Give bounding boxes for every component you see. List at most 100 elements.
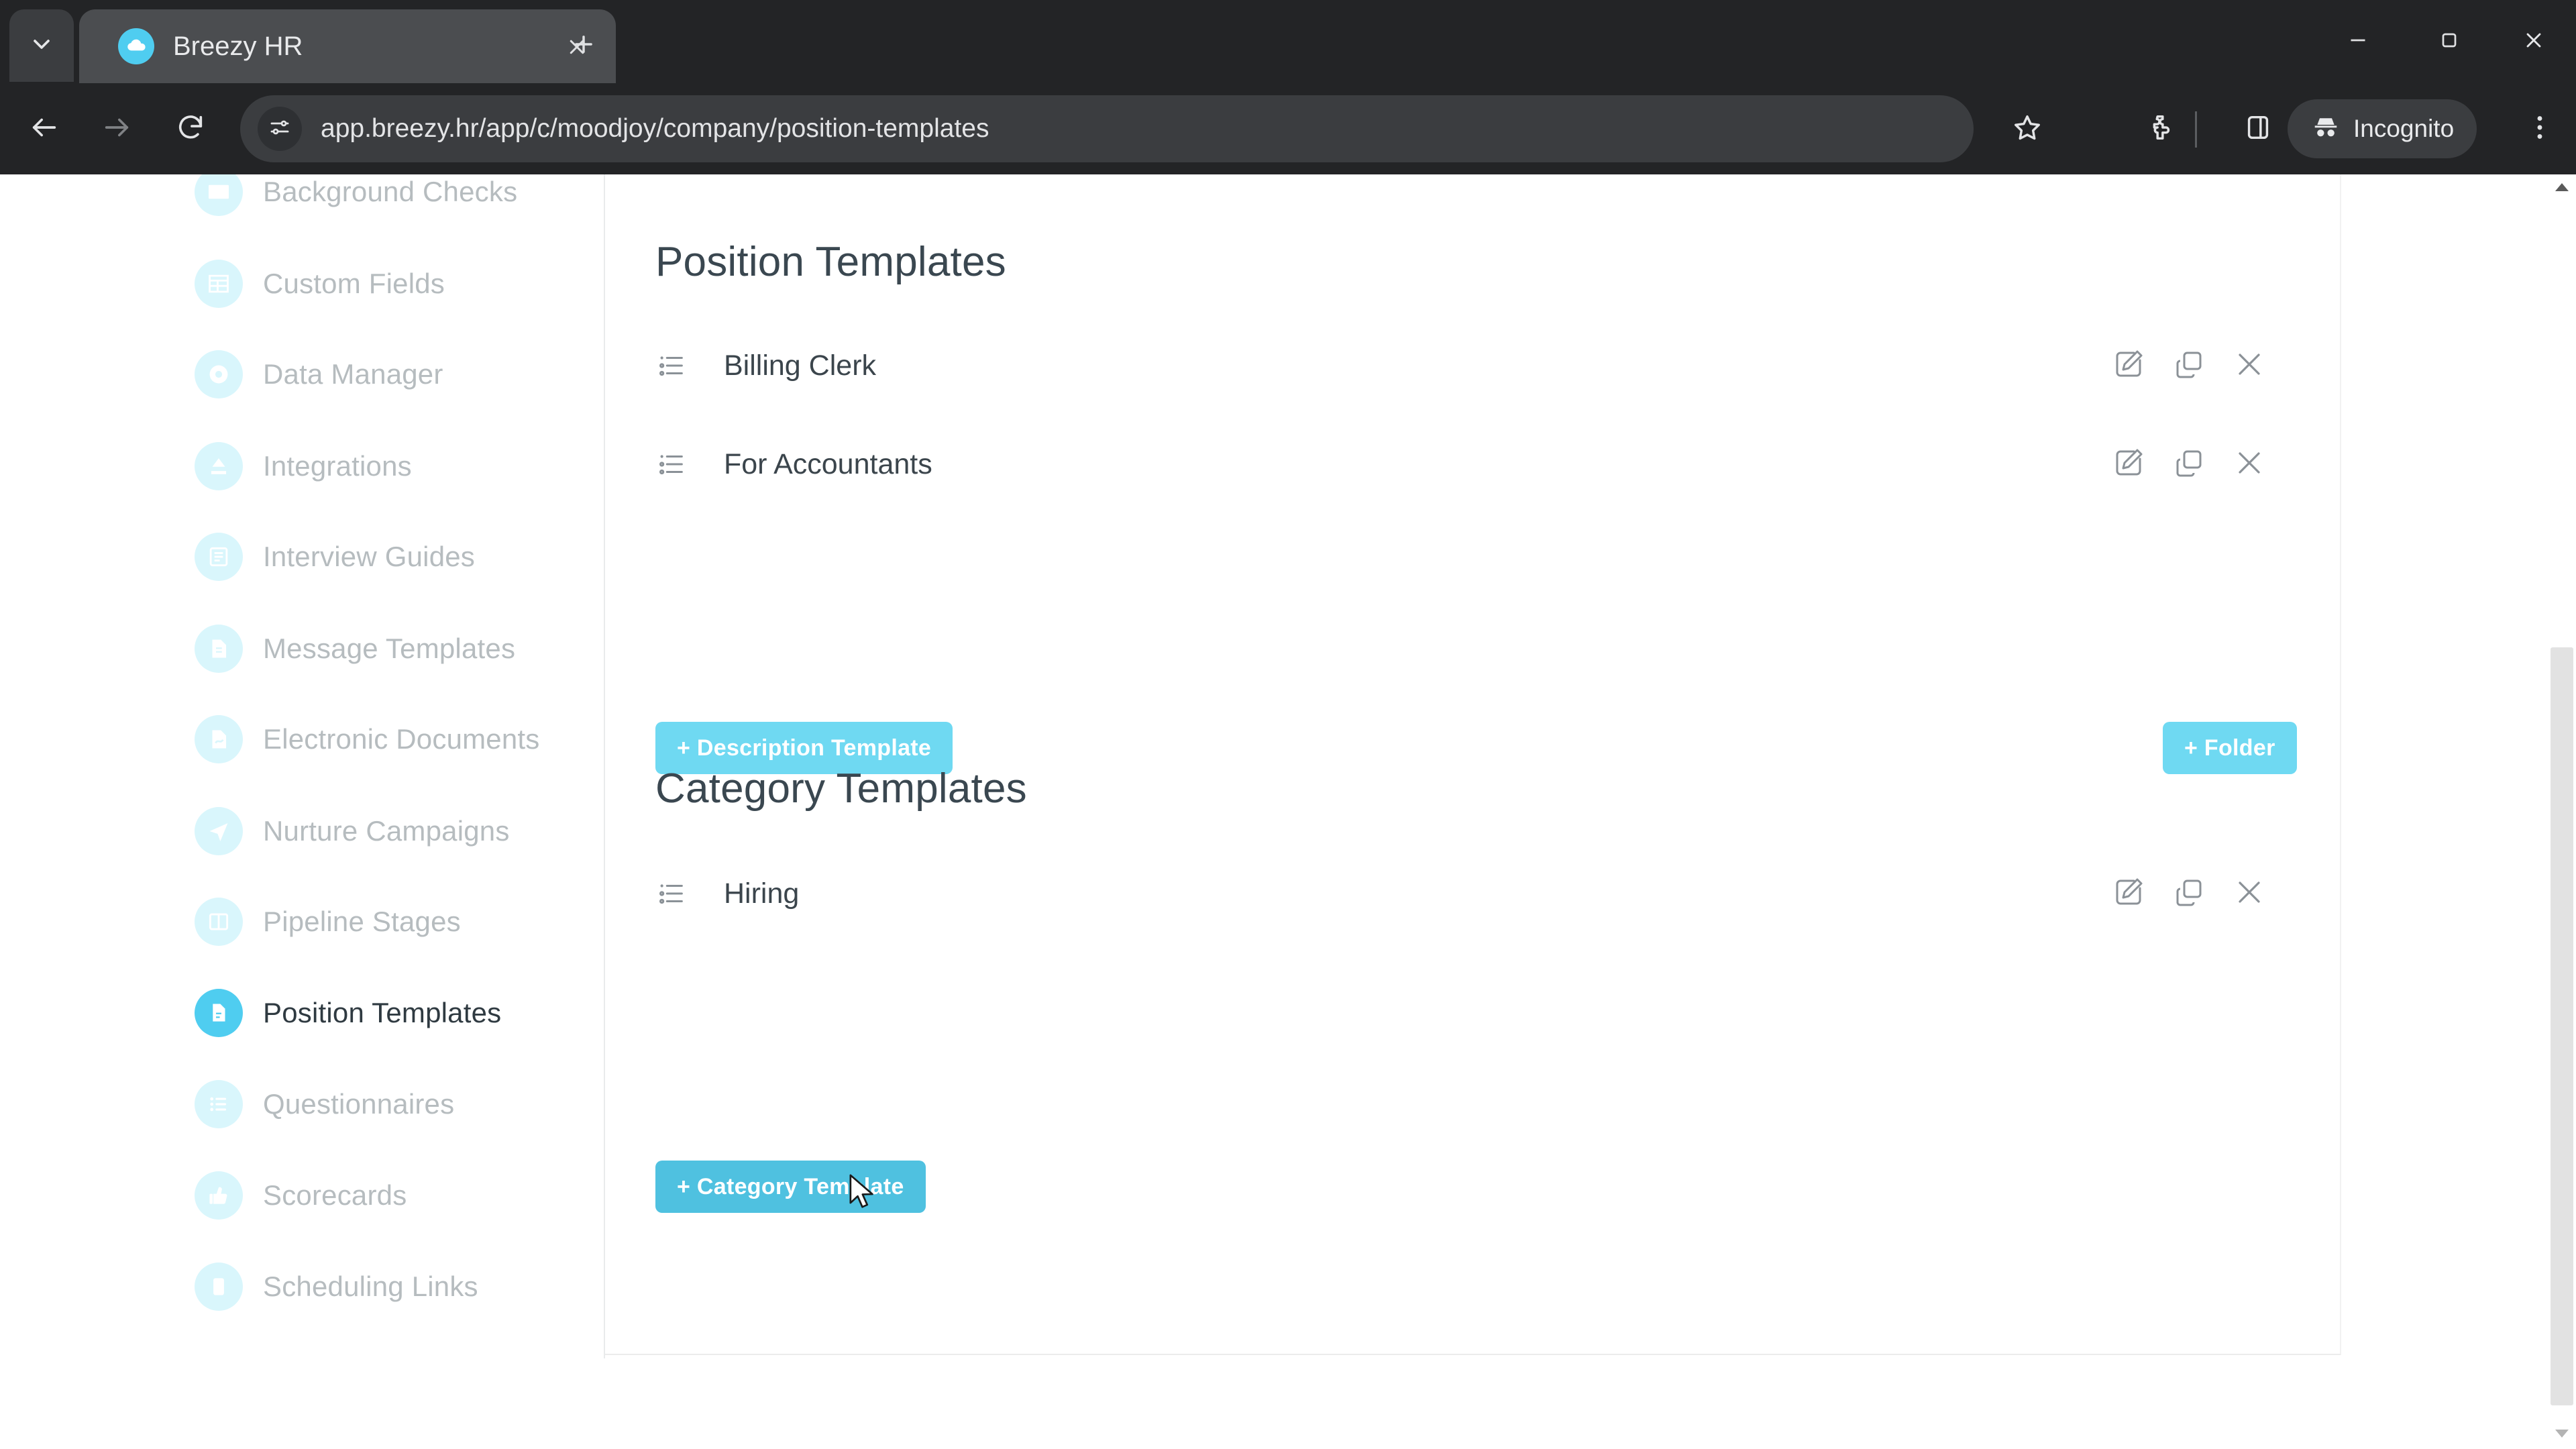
reload-button[interactable]: [160, 98, 221, 160]
table-row[interactable]: Billing Clerk: [605, 331, 2341, 400]
sidebar-item-label: Questionnaires: [263, 1088, 455, 1120]
browser-chrome: Breezy HR app.breezy.hr/app/c/moodjoy/co…: [0, 0, 2576, 174]
edit-row-button[interactable]: [2108, 345, 2149, 386]
browser-tab[interactable]: Breezy HR: [79, 9, 616, 83]
scrollbar-thumb[interactable]: [2551, 647, 2573, 1405]
sidebar-item-scheduling-links[interactable]: Scheduling Links: [195, 1254, 478, 1319]
sidebar-item-scorecards[interactable]: Scorecards: [195, 1163, 407, 1228]
paper-plane-icon: [195, 807, 243, 855]
list-ul-icon: [655, 350, 688, 382]
browser-toolbar: app.breezy.hr/app/c/moodjoy/company/posi…: [0, 83, 2576, 174]
window-minimize-button[interactable]: [2321, 15, 2395, 68]
sidebar-item-nurture-campaigns[interactable]: Nurture Campaigns: [195, 799, 510, 863]
settings-sidebar: Background Checks Custom Fields Data Man…: [0, 174, 604, 1449]
row-actions: [2108, 873, 2270, 914]
close-icon: [2233, 348, 2265, 384]
thumbs-up-icon: [195, 1171, 243, 1220]
star-icon: [2012, 112, 2043, 146]
sidebar-item-pipeline-stages[interactable]: Pipeline Stages: [195, 890, 461, 954]
window-close-button[interactable]: [2497, 15, 2571, 68]
sidebar-item-label: Message Templates: [263, 633, 516, 664]
database-icon: [195, 350, 243, 398]
address-bar[interactable]: app.breezy.hr/app/c/moodjoy/company/posi…: [240, 95, 1974, 162]
pipeline-icon: [195, 898, 243, 946]
delete-row-button[interactable]: [2229, 345, 2270, 386]
plug-cloud-icon: [195, 442, 243, 490]
row-actions: [2108, 443, 2270, 485]
sidebar-item-position-templates[interactable]: Position Templates: [195, 981, 501, 1045]
address-bar-url[interactable]: app.breezy.hr/app/c/moodjoy/company/posi…: [321, 114, 989, 144]
table-row[interactable]: For Accountants: [605, 429, 2341, 499]
incognito-badge[interactable]: Incognito: [2288, 99, 2477, 158]
id-card-icon: [195, 174, 243, 216]
tune-icon: [268, 115, 292, 143]
sidebar-item-data-manager[interactable]: Data Manager: [195, 342, 443, 407]
side-panel-icon: [2243, 112, 2273, 146]
toolbar-divider: [2195, 111, 2197, 148]
arrow-left-icon: [29, 112, 60, 146]
puzzle-icon: [2145, 112, 2176, 146]
guide-book-icon: [195, 533, 243, 581]
pencil-square-icon: [2112, 348, 2145, 384]
sidebar-item-label: Interview Guides: [263, 541, 476, 572]
sidebar-item-integrations[interactable]: Integrations: [195, 434, 412, 498]
back-button[interactable]: [13, 98, 75, 160]
message-doc-icon: [195, 625, 243, 673]
delete-row-button[interactable]: [2229, 873, 2270, 914]
window-maximize-button[interactable]: [2412, 15, 2486, 68]
sidebar-item-label: Electronic Documents: [263, 723, 540, 755]
scroll-up-button[interactable]: [2548, 174, 2576, 203]
position-doc-icon: [195, 989, 243, 1037]
sidebar-item-electronic-documents[interactable]: Electronic Documents: [195, 707, 540, 771]
scroll-down-button[interactable]: [2548, 1421, 2576, 1449]
caret-up-icon: [2554, 182, 2570, 196]
pencil-square-icon: [2112, 876, 2145, 912]
sidebar-item-label: Pipeline Stages: [263, 906, 461, 937]
sidebar-item-label: Nurture Campaigns: [263, 815, 510, 847]
category-templates-heading: Category Templates: [655, 765, 1027, 812]
table-fields-icon: [195, 260, 243, 308]
copy-icon: [2173, 348, 2205, 384]
breezy-cloud-favicon: [118, 28, 154, 64]
bookmark-button[interactable]: [1996, 98, 2058, 160]
page-viewport: Background Checks Custom Fields Data Man…: [0, 174, 2576, 1449]
side-panel-button[interactable]: [2227, 98, 2289, 160]
chrome-menu-button[interactable]: [2509, 98, 2571, 160]
extensions-button[interactable]: [2129, 98, 2191, 160]
sidebar-item-label: Scorecards: [263, 1179, 407, 1211]
tab-title: Breezy HR: [173, 31, 303, 61]
add-folder-button[interactable]: + Folder: [2163, 722, 2297, 774]
minimize-icon: [2346, 28, 2370, 56]
page-scrollbar[interactable]: [2548, 174, 2576, 1449]
incognito-icon: [2310, 112, 2341, 146]
copy-icon: [2173, 876, 2205, 912]
sidebar-item-interview-guides[interactable]: Interview Guides: [195, 525, 475, 589]
duplicate-row-button[interactable]: [2168, 345, 2210, 386]
sidebar-item-questionnaires[interactable]: Questionnaires: [195, 1072, 454, 1136]
close-icon: [2233, 447, 2265, 482]
forward-button[interactable]: [86, 98, 148, 160]
sidebar-item-message-templates[interactable]: Message Templates: [195, 616, 515, 681]
delete-row-button[interactable]: [2229, 443, 2270, 485]
sidebar-item-background-checks[interactable]: Background Checks: [195, 174, 517, 224]
close-icon: [2522, 28, 2546, 56]
sidebar-item-label: Custom Fields: [263, 268, 445, 299]
row-actions: [2108, 345, 2270, 386]
sidebar-item-custom-fields[interactable]: Custom Fields: [195, 252, 445, 316]
new-tab-button[interactable]: [562, 24, 605, 67]
signed-doc-icon: [195, 715, 243, 763]
add-category-template-button[interactable]: + Category Template: [655, 1161, 926, 1213]
site-info-button[interactable]: [258, 107, 302, 151]
sidebar-item-label: Position Templates: [263, 997, 502, 1028]
duplicate-row-button[interactable]: [2168, 443, 2210, 485]
duplicate-row-button[interactable]: [2168, 873, 2210, 914]
sidebar-item-label: Integrations: [263, 450, 412, 482]
table-row[interactable]: Hiring: [605, 859, 2341, 928]
template-name: Hiring: [724, 877, 800, 910]
caret-down-icon: [2554, 1428, 2570, 1442]
chevron-down-icon: [28, 31, 55, 61]
edit-row-button[interactable]: [2108, 873, 2149, 914]
tab-search-button[interactable]: [9, 9, 74, 82]
calendar-link-icon: [195, 1263, 243, 1311]
edit-row-button[interactable]: [2108, 443, 2149, 485]
